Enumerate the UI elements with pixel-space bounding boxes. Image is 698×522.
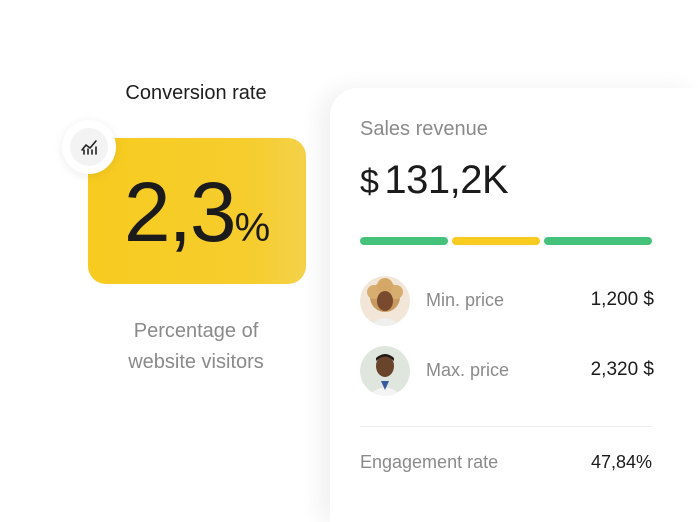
engagement-rate-value: 47,84%	[590, 452, 652, 472]
conversion-rate-number: 2,3	[123, 165, 237, 259]
conversion-rate-value: 2,3%	[88, 170, 306, 270]
min-price-label: Min. price	[426, 290, 505, 310]
conversion-description-line2: website visitors	[128, 351, 264, 373]
currency-symbol: $	[360, 163, 379, 201]
sales-revenue-title: Sales revenue	[360, 118, 488, 140]
conversion-description-line1: Percentage of	[133, 320, 259, 342]
min-price-value: 1,200 $	[590, 289, 654, 310]
conversion-description: Percentage of website visitors	[96, 316, 296, 378]
max-price-row: Max. price 2,320 $	[360, 346, 654, 396]
avatar-woman	[360, 276, 410, 326]
chart-badge[interactable]	[62, 120, 116, 174]
chart-line-icon	[81, 140, 97, 155]
sales-revenue-card: Sales revenue $131,2K Min. price 1,200 $	[330, 88, 698, 522]
progress-segment	[360, 237, 449, 245]
conversion-rate-title: Conversion rate	[125, 82, 267, 104]
revenue-progress-bar	[360, 237, 653, 245]
conversion-rate-unit: %	[234, 206, 271, 250]
sales-revenue-amount: $131,2K	[360, 158, 509, 203]
max-price-label: Max. price	[426, 360, 510, 380]
engagement-rate-label: Engagement rate	[360, 452, 499, 472]
max-price-value: 2,320 $	[590, 359, 654, 380]
revenue-value: 131,2K	[384, 158, 509, 202]
min-price-row: Min. price 1,200 $	[360, 276, 654, 326]
divider	[360, 426, 652, 427]
avatar-man	[360, 346, 410, 396]
progress-segment	[452, 237, 541, 245]
progress-segment	[544, 237, 653, 245]
conversion-rate-card: 2,3%	[88, 138, 306, 284]
